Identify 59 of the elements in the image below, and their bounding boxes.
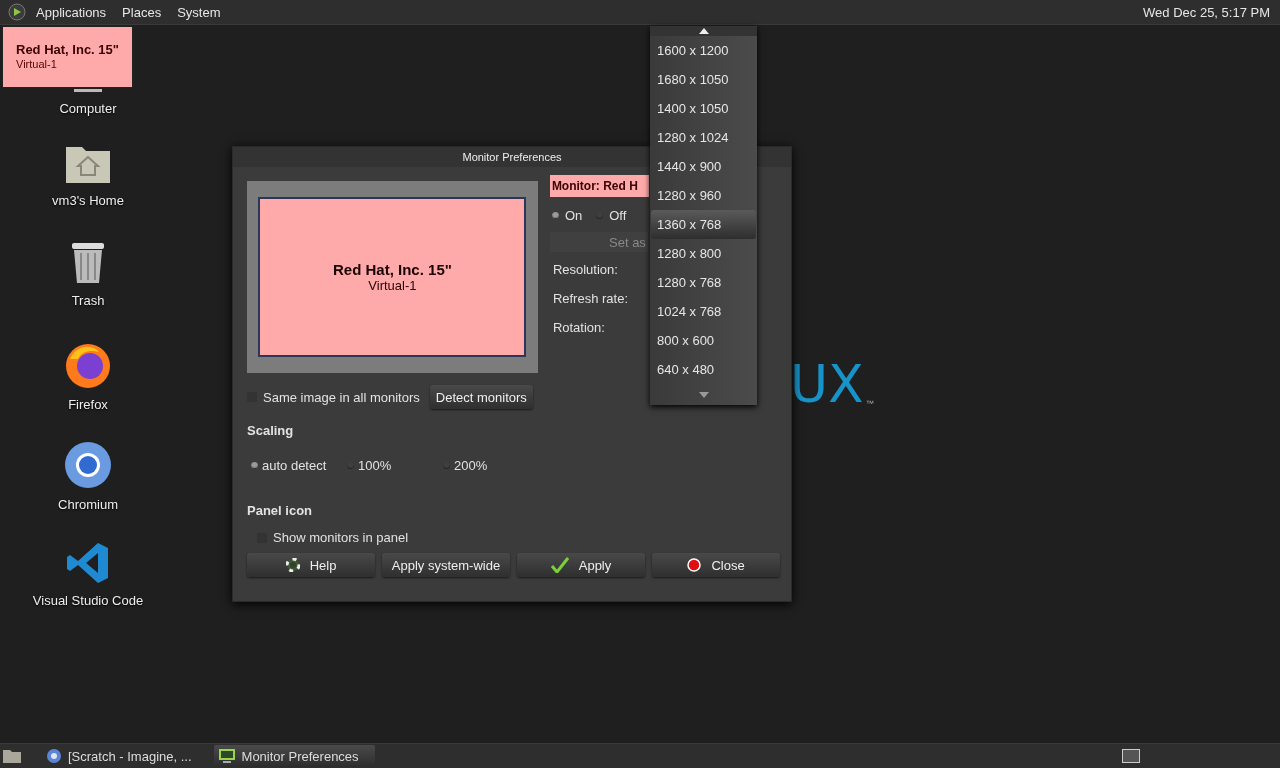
monitor-name: Red Hat, Inc. 15" — [333, 261, 452, 278]
desktop-icon-label[interactable]: Trash — [71, 293, 105, 308]
scaling-radio[interactable]: 200% — [443, 458, 539, 473]
desktop-icon-label[interactable]: vm3's Home — [52, 193, 124, 208]
power-radio[interactable]: Off — [596, 207, 627, 223]
show-desktop-icon[interactable] — [2, 748, 22, 764]
desktop-icon-label[interactable]: Visual Studio Code — [32, 593, 144, 608]
taskbar-item[interactable]: [Scratch - Imagine, ... — [42, 745, 208, 767]
monitor-output: Virtual-1 — [368, 278, 417, 293]
close-button[interactable]: Close — [652, 553, 780, 577]
clock[interactable]: Wed Dec 25, 5:17 PM — [1143, 4, 1272, 20]
check-icon — [550, 557, 569, 573]
scroll-down-icon[interactable] — [698, 392, 709, 398]
browser-icon — [64, 341, 112, 389]
menu-item[interactable]: 1600 x 1200 — [651, 36, 756, 65]
menu-item[interactable]: 1024 x 768 — [651, 297, 756, 326]
panel-menu[interactable]: System — [171, 4, 227, 20]
app-menu-icon — [8, 3, 26, 21]
menu-item[interactable]: 1680 x 1050 — [651, 65, 756, 94]
monitor-label: Monitor: Red H — [549, 175, 649, 197]
power-radio[interactable]: On — [551, 207, 583, 223]
browser-icon — [64, 441, 112, 489]
menu-item[interactable]: 1400 x 1050 — [651, 94, 756, 123]
apply-button[interactable]: Apply — [517, 553, 645, 577]
menu-item[interactable]: 1360 x 768 — [651, 210, 756, 239]
help-button[interactable]: Help — [247, 553, 375, 577]
panel-menu[interactable]: Applications — [30, 4, 113, 20]
section-heading: Panel icon — [247, 503, 314, 518]
monitor-rectangle[interactable]: Red Hat, Inc. 15" Virtual-1 — [258, 197, 527, 357]
show-monitors-checkbox[interactable]: Show monitors in panel — [257, 530, 409, 545]
menu-item[interactable]: 640 x 480 — [651, 355, 756, 384]
menu-item[interactable]: 1280 x 800 — [651, 239, 756, 268]
monitor-name: Red Hat, Inc. 15" — [16, 42, 119, 58]
panel-menu[interactable]: Places — [116, 4, 168, 20]
wallpaper-logo: UX — [790, 358, 864, 410]
menu-item[interactable]: 1280 x 960 — [651, 181, 756, 210]
monitor-icon — [217, 748, 236, 764]
field-label: Refresh rate: — [551, 291, 630, 308]
apply-system-wide-button[interactable]: Apply system-wide — [382, 553, 510, 577]
desktop-icon-label[interactable]: Computer — [59, 101, 117, 116]
code-icon — [66, 541, 110, 585]
scroll-up-icon[interactable] — [698, 28, 709, 34]
desktop-icon-label[interactable]: Firefox — [68, 397, 108, 412]
detect-monitors-button[interactable]: Detect monitors — [429, 385, 533, 409]
lifebuoy-icon — [285, 558, 300, 572]
scaling-radio[interactable]: 100% — [347, 458, 443, 473]
same-image-checkbox[interactable]: Same image in all monitors — [247, 389, 420, 405]
stop-icon — [687, 558, 702, 572]
menu-item[interactable]: 1280 x 768 — [651, 268, 756, 297]
monitor-output: Virtual-1 — [16, 58, 57, 70]
section-heading: Scaling — [247, 423, 295, 438]
field-label: Resolution: — [551, 262, 619, 279]
menu-item[interactable]: 800 x 600 — [651, 326, 756, 355]
scaling-radio[interactable]: auto detect — [251, 458, 347, 473]
trademark-mark: ™ — [865, 399, 874, 408]
desktop-icon-label[interactable]: Chromium — [58, 497, 118, 512]
browser-icon — [46, 748, 62, 764]
field-label: Rotation: — [551, 320, 606, 337]
workspace-switcher-icon[interactable] — [1122, 749, 1140, 763]
